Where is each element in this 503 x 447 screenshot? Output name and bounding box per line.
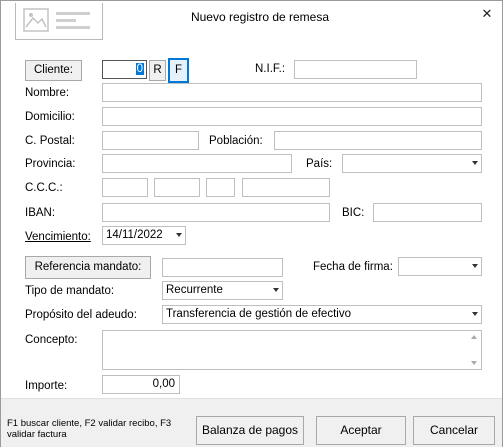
proposito-value: Transferencia de gestión de efectivo (166, 308, 351, 320)
nombre-field[interactable] (102, 83, 482, 102)
domicilio-label: Domicilio: (25, 111, 75, 123)
referencia-mandato-field[interactable] (162, 258, 283, 277)
chevron-down-icon (472, 312, 478, 316)
scrollbar[interactable] (467, 331, 481, 369)
vencimiento-label: Vencimiento: (25, 231, 91, 243)
proposito-select[interactable]: Transferencia de gestión de efectivo (162, 305, 482, 324)
r-button-label: R (153, 64, 162, 76)
app-logo-icon (15, 3, 103, 40)
close-icon[interactable]: ✕ (477, 6, 497, 22)
ccc-dc-field[interactable] (206, 178, 235, 197)
nombre-label: Nombre: (25, 87, 70, 99)
pais-label: País: (306, 158, 333, 170)
cliente-button-label: Cliente: (34, 64, 73, 76)
scroll-up-icon[interactable] (471, 335, 477, 339)
referencia-mandato-label: Referencia mandato: (34, 261, 142, 273)
vencimiento-value: 14/11/2022 (106, 229, 163, 241)
concepto-label: Concepto: (25, 334, 78, 346)
concepto-textarea[interactable] (102, 330, 482, 370)
cliente-button[interactable]: Cliente: (25, 60, 82, 81)
chevron-down-icon (472, 161, 478, 165)
title-bar: Nuevo registro de remesa ✕ (1, 1, 502, 43)
footer-bar: F1 buscar cliente, F2 validar recibo, F3… (1, 398, 502, 447)
bic-field[interactable] (373, 203, 482, 222)
bic-label: BIC: (342, 207, 365, 219)
chevron-down-icon (273, 288, 279, 292)
chevron-down-icon (472, 264, 478, 268)
r-button[interactable]: R (149, 60, 166, 81)
nif-label: N.I.F.: (255, 63, 286, 75)
balanza-pagos-label: Balanza de pagos (201, 423, 299, 437)
tipo-mandato-value: Recurrente (166, 284, 223, 296)
cancelar-label: Cancelar (429, 423, 479, 437)
pais-select[interactable] (342, 154, 482, 173)
f-button[interactable]: F (168, 58, 189, 83)
poblacion-field[interactable] (274, 131, 482, 150)
proposito-label: Propósito del adeudo: (25, 309, 137, 321)
provincia-field[interactable] (102, 154, 292, 173)
importe-label: Importe: (25, 380, 68, 392)
aceptar-label: Aceptar (340, 423, 382, 437)
dialog-window: Nuevo registro de remesa ✕ Cliente: 0 R … (0, 0, 503, 447)
balanza-pagos-button[interactable]: Balanza de pagos (196, 416, 304, 445)
iban-label: IBAN: (25, 207, 56, 219)
aceptar-button[interactable]: Aceptar (316, 416, 406, 445)
importe-value: 0,00 (152, 378, 175, 390)
cpostal-label: C. Postal: (25, 135, 75, 147)
ccc-cuenta-field[interactable] (242, 178, 330, 197)
fecha-firma-label: Fecha de firma: (313, 261, 393, 273)
cancelar-button[interactable]: Cancelar (413, 416, 495, 445)
scroll-down-icon[interactable] (471, 361, 477, 365)
ccc-entidad-field[interactable] (102, 178, 148, 197)
window-title: Nuevo registro de remesa (190, 10, 330, 24)
importe-field[interactable]: 0,00 (102, 375, 180, 394)
cliente-code-value: 0 (135, 63, 144, 75)
fecha-firma-picker[interactable] (398, 257, 482, 276)
iban-field[interactable] (102, 203, 330, 222)
provincia-label: Provincia: (25, 158, 76, 170)
f-button-label: F (174, 64, 183, 76)
tipo-mandato-select[interactable]: Recurrente (162, 281, 283, 300)
ccc-oficina-field[interactable] (154, 178, 200, 197)
vencimiento-date-picker[interactable]: 14/11/2022 (102, 226, 186, 245)
domicilio-field[interactable] (102, 107, 482, 126)
form-area: Cliente: 0 R F N.I.F.: Nombre: Domicilio… (1, 43, 502, 398)
cliente-code-field[interactable]: 0 (102, 60, 147, 79)
tipo-mandato-label: Tipo de mandato: (25, 285, 115, 297)
poblacion-label: Población: (209, 135, 263, 147)
cpostal-field[interactable] (102, 131, 199, 150)
nif-field[interactable] (294, 60, 417, 79)
ccc-label: C.C.C.: (25, 182, 63, 194)
referencia-mandato-button[interactable]: Referencia mandato: (25, 256, 151, 279)
shortcut-hint: F1 buscar cliente, F2 validar recibo, F3… (7, 418, 172, 440)
chevron-down-icon (176, 233, 182, 237)
